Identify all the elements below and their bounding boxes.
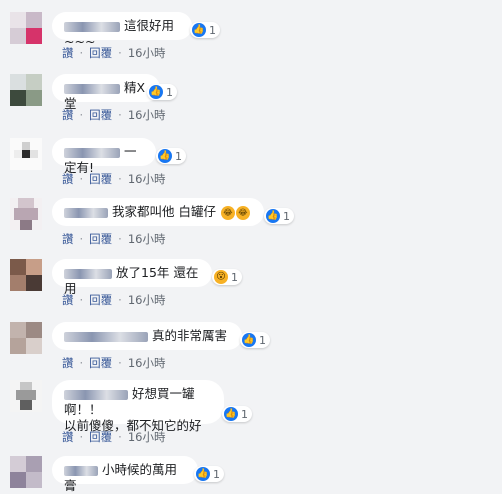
comment-bubble: 放了15年 還在用 bbox=[52, 259, 212, 296]
comment-bubble: 真的非常厲害 bbox=[52, 322, 242, 350]
reaction-summary[interactable]: 👍 1 bbox=[264, 208, 294, 224]
like-icon: 👍 bbox=[242, 333, 256, 347]
like-icon: 👍 bbox=[266, 209, 280, 223]
comment-actions: 讚 · 回覆 · 16小時 bbox=[62, 107, 165, 123]
comment-actions: 讚 · 回覆 · 16小時 bbox=[62, 231, 165, 247]
author-name[interactable] bbox=[64, 147, 120, 158]
comment-actions: 讚 · 回覆 · 16小時 bbox=[62, 429, 165, 445]
author-name[interactable] bbox=[64, 21, 120, 32]
author-name[interactable] bbox=[64, 83, 120, 94]
reply-button[interactable]: 回覆 bbox=[89, 107, 112, 123]
author-name[interactable] bbox=[64, 268, 112, 279]
comment-actions: 讚 · 回覆 · 16小時 bbox=[62, 292, 165, 308]
like-icon: 👍 bbox=[192, 23, 206, 37]
reaction-summary[interactable]: 👍 1 bbox=[194, 466, 224, 482]
author-name[interactable] bbox=[64, 331, 148, 342]
reaction-count: 1 bbox=[241, 407, 248, 421]
separator: · bbox=[118, 108, 122, 122]
reaction-count: 1 bbox=[213, 467, 220, 481]
author-name[interactable] bbox=[64, 465, 98, 476]
separator: · bbox=[118, 232, 122, 246]
author-name[interactable] bbox=[64, 389, 128, 400]
separator: · bbox=[118, 46, 122, 60]
avatar[interactable] bbox=[10, 456, 42, 488]
comment-actions: 讚 · 回覆 · 16小時 bbox=[62, 355, 165, 371]
comment-bubble: 這很好用~~~ bbox=[52, 12, 192, 49]
timestamp[interactable]: 16小時 bbox=[128, 171, 166, 187]
reaction-count: 1 bbox=[209, 23, 216, 37]
like-button[interactable]: 讚 bbox=[62, 429, 74, 445]
separator: · bbox=[79, 108, 84, 122]
like-icon: 👍 bbox=[149, 85, 163, 99]
avatar[interactable] bbox=[10, 198, 42, 230]
separator: · bbox=[79, 430, 84, 444]
comment-bubble: 一定有! bbox=[52, 138, 156, 175]
separator: · bbox=[79, 293, 84, 307]
comment-text: 真的非常厲害 bbox=[152, 328, 228, 343]
wow-icon: 😮 bbox=[214, 270, 228, 284]
laughing-emoji-icon: 😂 bbox=[220, 205, 235, 220]
reply-button[interactable]: 回覆 bbox=[89, 429, 112, 445]
like-button[interactable]: 讚 bbox=[62, 45, 74, 61]
reply-button[interactable]: 回覆 bbox=[89, 231, 112, 247]
avatar[interactable] bbox=[10, 12, 42, 44]
like-button[interactable]: 讚 bbox=[62, 355, 74, 371]
reaction-count: 1 bbox=[283, 209, 290, 223]
like-button[interactable]: 讚 bbox=[62, 171, 74, 187]
reaction-count: 1 bbox=[231, 270, 238, 284]
separator: · bbox=[118, 172, 122, 186]
comment-actions: 讚 · 回覆 · 16小時 bbox=[62, 45, 165, 61]
separator: · bbox=[118, 430, 122, 444]
avatar[interactable] bbox=[10, 380, 42, 412]
laughing-emoji-icon: 😂 bbox=[235, 205, 250, 220]
like-button[interactable]: 讚 bbox=[62, 292, 74, 308]
reaction-summary[interactable]: 👍 1 bbox=[222, 406, 252, 422]
comment-text: 我家都叫他 白罐仔 bbox=[112, 204, 216, 219]
timestamp[interactable]: 16小時 bbox=[128, 45, 166, 61]
timestamp[interactable]: 16小時 bbox=[128, 429, 166, 445]
reaction-count: 1 bbox=[259, 333, 266, 347]
reaction-summary[interactable]: 👍 1 bbox=[190, 22, 220, 38]
reply-button[interactable]: 回覆 bbox=[89, 355, 112, 371]
timestamp[interactable]: 16小時 bbox=[128, 231, 166, 247]
reaction-count: 1 bbox=[166, 85, 173, 99]
separator: · bbox=[79, 46, 84, 60]
comment-actions: 讚 · 回覆 · 16小時 bbox=[62, 171, 165, 187]
like-icon: 👍 bbox=[224, 407, 238, 421]
separator: · bbox=[79, 232, 84, 246]
reaction-summary[interactable]: 😮 1 bbox=[212, 269, 242, 285]
separator: · bbox=[79, 172, 84, 186]
comment-bubble: 精X堂 bbox=[52, 74, 160, 111]
avatar[interactable] bbox=[10, 138, 42, 170]
author-name[interactable] bbox=[64, 207, 108, 218]
reaction-summary[interactable]: 👍 1 bbox=[240, 332, 270, 348]
reply-button[interactable]: 回覆 bbox=[89, 292, 112, 308]
like-icon: 👍 bbox=[158, 149, 172, 163]
like-icon: 👍 bbox=[196, 467, 210, 481]
comment-bubble: 好想買一罐啊！！ 以前傻傻，都不知它的好 bbox=[52, 380, 224, 433]
timestamp[interactable]: 16小時 bbox=[128, 292, 166, 308]
separator: · bbox=[118, 293, 122, 307]
like-button[interactable]: 讚 bbox=[62, 231, 74, 247]
avatar[interactable] bbox=[10, 322, 42, 354]
reaction-count: 1 bbox=[175, 149, 182, 163]
reaction-summary[interactable]: 👍 1 bbox=[156, 148, 186, 164]
avatar[interactable] bbox=[10, 259, 42, 291]
reply-button[interactable]: 回覆 bbox=[89, 45, 112, 61]
comment-bubble: 我家都叫他 白罐仔 😂 😂 bbox=[52, 198, 264, 226]
separator: · bbox=[79, 356, 84, 370]
comment-bubble: 小時候的萬用膏 bbox=[52, 456, 198, 493]
avatar[interactable] bbox=[10, 74, 42, 106]
reaction-summary[interactable]: 👍 1 bbox=[147, 84, 177, 100]
like-button[interactable]: 讚 bbox=[62, 107, 74, 123]
timestamp[interactable]: 16小時 bbox=[128, 355, 166, 371]
separator: · bbox=[118, 356, 122, 370]
reply-button[interactable]: 回覆 bbox=[89, 171, 112, 187]
timestamp[interactable]: 16小時 bbox=[128, 107, 166, 123]
